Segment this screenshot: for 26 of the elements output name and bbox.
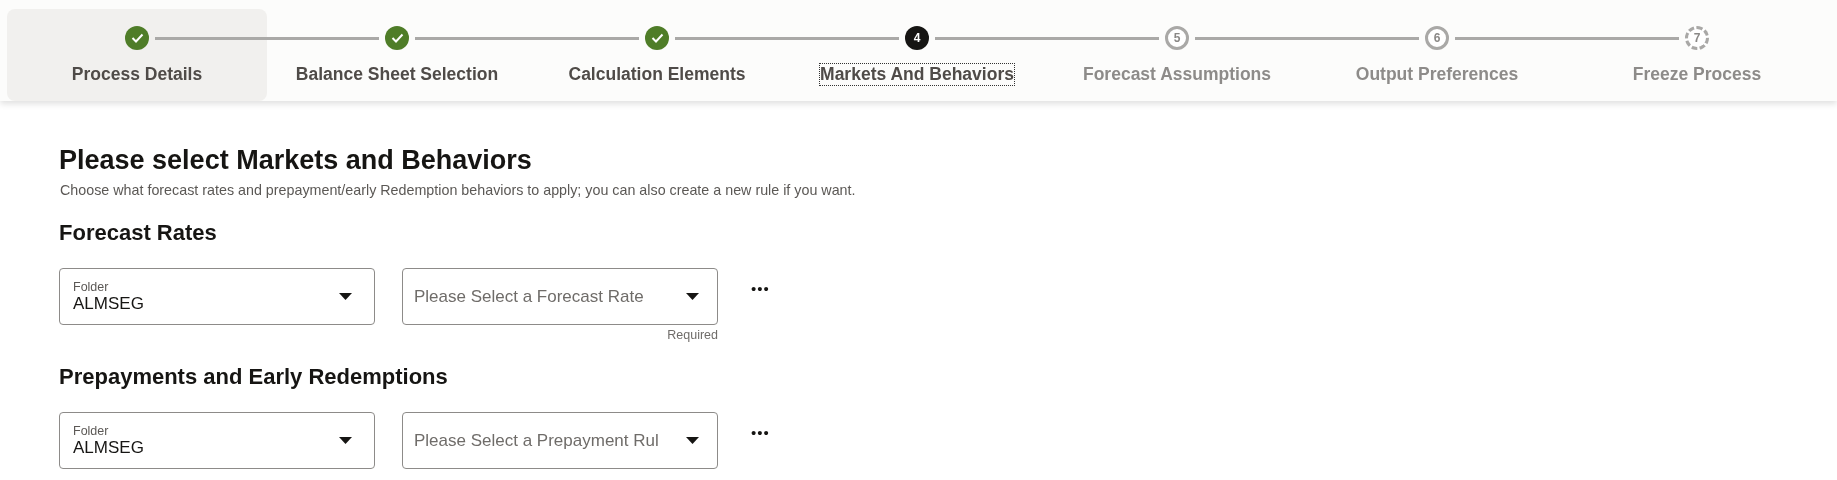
step-indicator: 4 [905, 26, 929, 50]
page-description: Choose what forecast rates and prepayment/early Redemption behaviors to apply; you can also create a new rule if you want. [60, 182, 857, 198]
more-button[interactable]: ••• [745, 276, 776, 301]
more-button[interactable]: ••• [745, 420, 776, 445]
check-icon [390, 33, 404, 43]
folder-select[interactable]: Folder ALMSEG [59, 268, 375, 325]
step-label[interactable]: Process Details [71, 64, 203, 85]
step-label[interactable]: Markets And Behaviors [820, 64, 1014, 85]
step-label[interactable]: Calculation Elements [568, 64, 746, 85]
helper-text: Required [667, 328, 718, 342]
caret-icon [686, 437, 699, 444]
section-title: Forecast Rates [59, 220, 218, 246]
rule-select[interactable]: Please Select a Forecast Rate [402, 268, 718, 325]
step-indicator: 6 [1425, 26, 1449, 50]
section-title: Prepayments and Early Redemptions [59, 364, 449, 390]
caret-icon [339, 293, 352, 300]
check-icon [130, 33, 144, 43]
step-indicator: 7 [1685, 26, 1709, 50]
page-title: Please select Markets and Behaviors [59, 145, 533, 176]
step-label[interactable]: Balance Sheet Selection [295, 64, 499, 85]
folder-select[interactable]: Folder ALMSEG [59, 412, 375, 469]
caret-icon [686, 293, 699, 300]
step-indicator: 5 [1165, 26, 1189, 50]
caret-icon [339, 437, 352, 444]
rule-select[interactable]: Please Select a Prepayment Rul [402, 412, 718, 469]
check-icon [650, 33, 664, 43]
